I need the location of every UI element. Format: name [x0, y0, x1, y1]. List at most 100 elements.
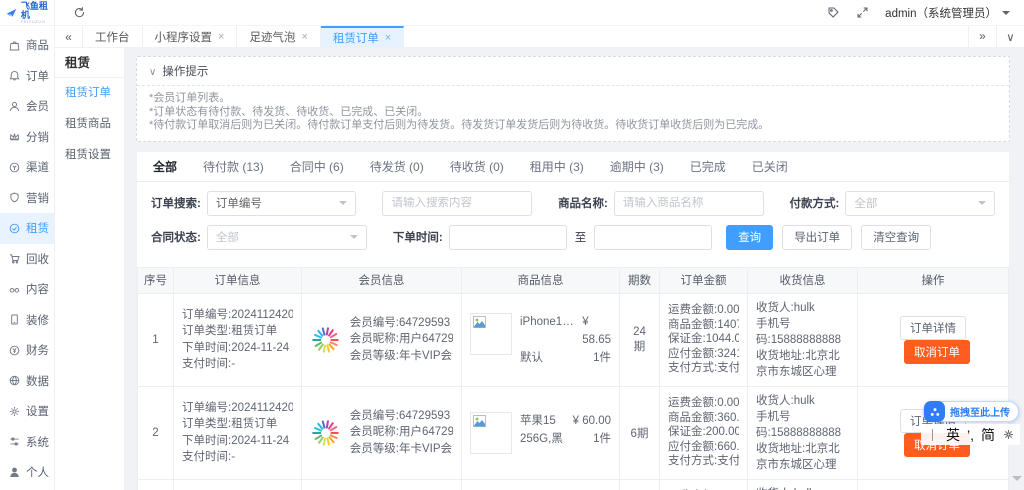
- ime-lang-toggle[interactable]: 英: [946, 425, 960, 445]
- order-detail-button[interactable]: 订单详情: [900, 315, 966, 340]
- receiver-cell: 收货人:hulk 手机号码:15888888888 收货地址:北京北京市东城区心…: [747, 385, 858, 480]
- scrollbar-down-arrow[interactable]: [1012, 476, 1022, 486]
- order-search-label: 订单搜索:: [151, 198, 201, 210]
- pay-method-label: 付款方式:: [789, 198, 840, 210]
- sidebar-item-settings[interactable]: 设置: [0, 396, 54, 427]
- filter-tab-overdue[interactable]: 逾期中 (3): [610, 158, 664, 175]
- order-info-cell: 订单编号:202411242014379360 订单类型:租赁订单 下单时间:2…: [173, 292, 302, 387]
- filter-tab-closed[interactable]: 已关闭: [752, 158, 788, 175]
- brand-logo[interactable]: 飞鱼租机 FEIYUZUJI: [0, 0, 54, 26]
- tips-line: *待付款订单取消后则为已关闭。待付款订单支付后则为待发货。待发货订单发货后则为待…: [149, 119, 770, 131]
- product-name-label: 商品名称:: [558, 198, 608, 210]
- filter-tab-pending-receive[interactable]: 待收货 (0): [450, 158, 504, 175]
- sidebar-item-content[interactable]: 内容: [0, 274, 54, 305]
- user-icon: [9, 101, 20, 111]
- sidebar-item-orders[interactable]: 订单: [0, 61, 54, 92]
- submenu-rental: 租赁 租赁订单 租赁商品 租赁设置: [55, 48, 125, 490]
- date-to-input[interactable]: [603, 231, 704, 243]
- sliders-icon: [10, 437, 19, 446]
- sidebar-item-data[interactable]: 数据: [0, 366, 54, 397]
- tag-icon[interactable]: [827, 6, 840, 19]
- globe-icon: [9, 375, 20, 386]
- submenu-title: 租赁: [55, 48, 124, 78]
- filter-tab-pending-ship[interactable]: 待发货 (0): [370, 158, 424, 175]
- actions-cell: 订单详情取消订单: [857, 478, 1009, 490]
- ime-punct-toggle[interactable]: ’,: [967, 427, 974, 443]
- sidebar-item-marketing[interactable]: 营销: [0, 183, 54, 214]
- amount-cell: 运费金额:0.00 商品金额:816.00 保证金:1044.00 应付金额:2…: [659, 478, 748, 490]
- keyword-input[interactable]: [391, 197, 524, 209]
- product-image-placeholder: [470, 411, 512, 454]
- order-info-cell: 订单编号:202411242012532742 订单类型:租赁订单 下单时间:2…: [173, 385, 302, 480]
- person-filled-icon: [10, 467, 19, 477]
- filter-tab-pending-payment[interactable]: 待付款 (13): [203, 158, 264, 175]
- product-image-placeholder: [470, 312, 512, 355]
- filter-tab-all[interactable]: 全部: [153, 158, 177, 175]
- page-tabbar: « 工作台 小程序设置 × 足迹气泡 × 租赁订单 × » ∨: [55, 26, 1024, 48]
- query-button[interactable]: 查询: [726, 224, 774, 250]
- ime-simplified-toggle[interactable]: 简: [981, 425, 995, 445]
- sidebar-item-channel[interactable]: 渠道: [0, 152, 54, 183]
- app-window: 飞鱼租机 FEIYUZUJI 商品 订单 会员 分销 渠道 营销 租赁 回收 内…: [0, 0, 1024, 490]
- periods-cell: 12期: [619, 478, 660, 490]
- chevron-down-icon: [339, 201, 348, 209]
- shopping-bag-icon: [9, 41, 20, 51]
- sidebar-item-finance[interactable]: 财务: [0, 335, 54, 366]
- drag-upload-pill[interactable]: 拖拽至此上传: [923, 401, 1019, 422]
- sidebar-item-goods[interactable]: 商品: [0, 30, 54, 61]
- close-icon[interactable]: ×: [385, 32, 391, 44]
- contract-status-label: 合同状态:: [151, 232, 201, 244]
- admin-menu[interactable]: admin（系统管理员）: [885, 5, 1010, 21]
- sidebar-item-system[interactable]: 系统: [0, 427, 54, 458]
- ime-cursor: 丨: [925, 428, 939, 443]
- tips-line: *会员订单列表。: [149, 92, 231, 104]
- cancel-order-button[interactable]: 取消订单: [904, 339, 970, 364]
- tab-workbench[interactable]: 工作台: [83, 26, 143, 47]
- book-icon: [9, 287, 20, 293]
- sidebar-item-rental[interactable]: 租赁: [0, 213, 54, 244]
- sidebar-item-distribution[interactable]: 分销: [0, 122, 54, 153]
- sidebar-item-recycle[interactable]: 回收: [0, 244, 54, 275]
- tab-miniprogram-settings[interactable]: 小程序设置 ×: [143, 26, 238, 47]
- close-icon[interactable]: ×: [218, 31, 224, 43]
- brand-name: 飞鱼租机: [20, 0, 48, 20]
- tab-footprint-bubble[interactable]: 足迹气泡 ×: [237, 26, 321, 47]
- filter-tab-completed[interactable]: 已完成: [690, 158, 726, 175]
- sidebar-item-personal[interactable]: 个人: [0, 457, 54, 488]
- export-orders-button[interactable]: 导出订单: [782, 224, 853, 250]
- tab-rental-orders[interactable]: 租赁订单 ×: [320, 26, 405, 47]
- tabs-dropdown-button[interactable]: ∨: [996, 26, 1024, 47]
- clear-query-button[interactable]: 清空查询: [861, 224, 932, 250]
- ime-gear-icon[interactable]: [1002, 428, 1015, 441]
- submenu-item-rental-goods[interactable]: 租赁商品: [55, 109, 124, 140]
- order-field-select[interactable]: 订单编号: [206, 190, 357, 216]
- submenu-item-rental-orders[interactable]: 租赁订单: [55, 78, 124, 109]
- sidebar-item-decoration[interactable]: 装修: [0, 305, 54, 336]
- row-index: 2: [137, 385, 174, 480]
- contract-status-select[interactable]: 全部: [206, 224, 367, 250]
- fold-tabs-button[interactable]: «: [55, 26, 83, 47]
- ime-toolbar[interactable]: 丨 英 ’, 简: [920, 424, 1020, 445]
- operation-tips-panel: ∨ 操作提示 *会员订单列表。 *订单状态有待付款、待发货、待收货、已完成、已关闭…: [136, 56, 1010, 142]
- member-avatar: [312, 326, 339, 353]
- sidebar-item-members[interactable]: 会员: [0, 91, 54, 122]
- pay-method-select[interactable]: 全部: [845, 190, 995, 216]
- broken-image-icon: [473, 414, 486, 427]
- date-to-wrap: [594, 224, 713, 250]
- fullscreen-icon[interactable]: [856, 6, 869, 19]
- upload-pill-label: 拖拽至此上传: [950, 408, 1010, 419]
- tips-collapse-header[interactable]: ∨ 操作提示: [137, 57, 1009, 86]
- filter-tab-renting[interactable]: 租用中 (3): [530, 158, 584, 175]
- more-tabs-button[interactable]: »: [968, 26, 996, 47]
- submenu-item-rental-settings[interactable]: 租赁设置: [55, 140, 124, 171]
- product-name-input[interactable]: [622, 197, 755, 209]
- order-time-label: 下单时间:: [392, 232, 443, 244]
- filter-tab-in-contract[interactable]: 合同中 (6): [290, 158, 344, 175]
- date-from-input[interactable]: [457, 231, 558, 243]
- table-row: 1 订单编号:202411242014379360 订单类型:租赁订单 下单时间…: [137, 292, 1009, 387]
- tips-title: 操作提示: [162, 66, 209, 78]
- orders-card: 全部 待付款 (13) 合同中 (6) 待发货 (0) 待收货 (0) 租用中 …: [136, 150, 1010, 490]
- close-icon[interactable]: ×: [301, 31, 307, 43]
- member-info-cell: 会员编号:64729593 会员昵称:用户64729593 会员等级:年卡VIP…: [301, 385, 462, 480]
- refresh-icon[interactable]: [73, 6, 86, 19]
